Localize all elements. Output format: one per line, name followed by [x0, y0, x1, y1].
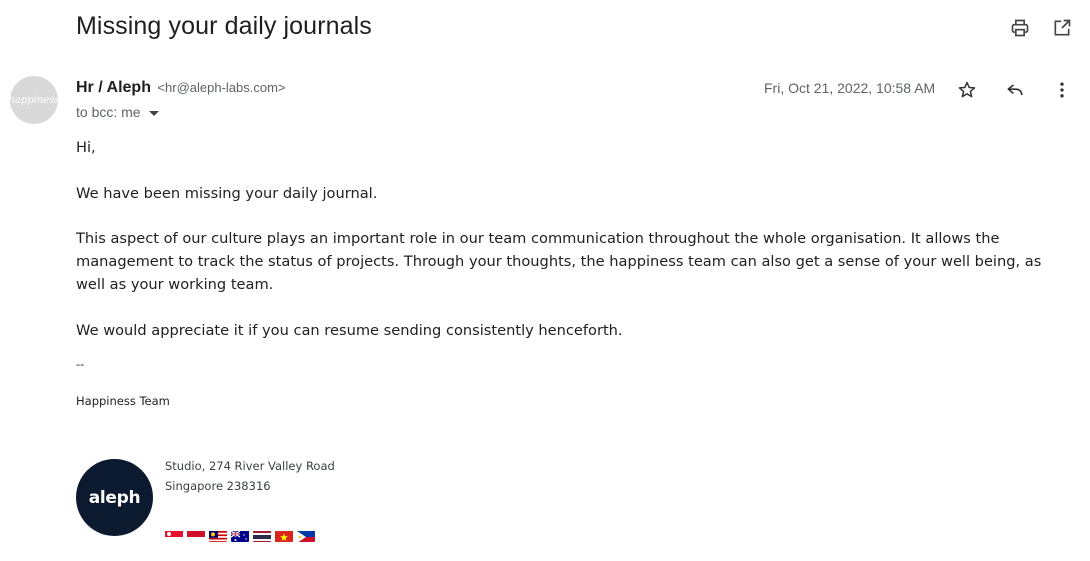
flag-row: [165, 530, 315, 542]
thailand-flag: [253, 530, 271, 542]
email-date: Fri, Oct 21, 2022, 10:58 AM: [764, 80, 936, 96]
address-line-1: Studio, 274 River Valley Road: [165, 459, 335, 473]
philippines-flag: [297, 530, 315, 542]
signature-team: Happiness Team: [76, 394, 170, 408]
recipient-details-dropdown-icon[interactable]: [148, 110, 159, 116]
australia-flag: [231, 530, 249, 542]
signature-separator: --: [76, 357, 85, 371]
more-vert-icon[interactable]: [1051, 79, 1073, 101]
avatar-text: happiness: [10, 94, 58, 106]
email-subject: Missing your daily journals: [76, 12, 372, 40]
recipient-text: to bcc: me: [76, 104, 141, 120]
sender-line: Hr / Aleph <hr@aleph-labs.com>: [76, 79, 286, 97]
malaysia-flag: [209, 530, 227, 542]
sender-name[interactable]: Hr / Aleph: [76, 79, 151, 96]
vietnam-flag: [275, 530, 293, 542]
aleph-logo: aleph: [76, 459, 153, 536]
indonesia-flag: [187, 530, 205, 542]
sender-email: <hr@aleph-labs.com>: [157, 80, 286, 95]
address-line-2: Singapore 238316: [165, 479, 271, 493]
reply-icon[interactable]: [1004, 79, 1026, 101]
star-icon[interactable]: [956, 79, 978, 101]
body-paragraph-3: We would appreciate it if you can resume…: [76, 322, 623, 339]
print-icon[interactable]: [1008, 16, 1032, 40]
aleph-logo-text: aleph: [88, 487, 141, 508]
body-paragraph-2: This aspect of our culture plays an impo…: [76, 230, 1042, 293]
singapore-flag: [165, 530, 183, 542]
sender-avatar[interactable]: happiness: [10, 76, 58, 124]
recipient-line[interactable]: to bcc: me: [76, 104, 159, 120]
open-in-new-window-icon[interactable]: [1050, 16, 1074, 40]
greeting-text: Hi,: [76, 139, 96, 156]
body-paragraph-1: We have been missing your daily journal.: [76, 185, 378, 202]
